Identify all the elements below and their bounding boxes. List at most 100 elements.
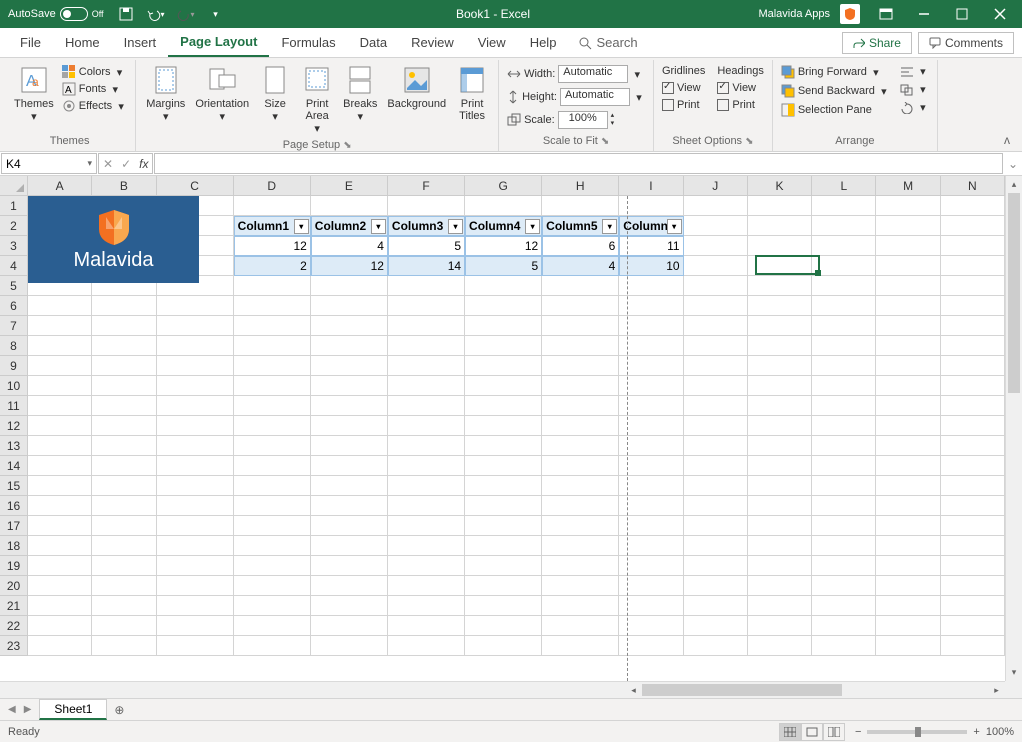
cell[interactable] — [388, 356, 465, 376]
cell[interactable] — [28, 636, 92, 656]
cell[interactable]: Column4▾ — [465, 216, 542, 236]
cell[interactable] — [311, 316, 388, 336]
row-header[interactable]: 5 — [0, 276, 28, 296]
cell[interactable] — [748, 516, 812, 536]
cell[interactable] — [812, 576, 876, 596]
cell[interactable] — [92, 456, 156, 476]
cell[interactable] — [941, 356, 1005, 376]
cell[interactable] — [684, 596, 748, 616]
cell[interactable] — [28, 616, 92, 636]
cell[interactable]: 12 — [465, 236, 542, 256]
cell[interactable] — [876, 276, 940, 296]
cell[interactable] — [157, 336, 234, 356]
cell[interactable] — [812, 516, 876, 536]
col-header[interactable]: D — [234, 176, 311, 196]
cell[interactable]: Column6▾ — [619, 216, 683, 236]
cell[interactable] — [388, 536, 465, 556]
print-area-button[interactable]: Print Area▾ — [297, 62, 337, 137]
vertical-scrollbar[interactable]: ▴▾ — [1005, 176, 1022, 681]
cell[interactable] — [812, 376, 876, 396]
group-button[interactable]: ▾ — [898, 82, 931, 97]
cell[interactable]: 12 — [311, 256, 388, 276]
cell[interactable] — [876, 436, 940, 456]
cell[interactable] — [812, 476, 876, 496]
cell[interactable] — [465, 536, 542, 556]
cell[interactable] — [684, 216, 748, 236]
cell[interactable] — [542, 476, 619, 496]
tab-page-layout[interactable]: Page Layout — [168, 28, 269, 57]
cell[interactable] — [465, 436, 542, 456]
cell[interactable] — [28, 456, 92, 476]
cell[interactable] — [234, 296, 311, 316]
tab-view[interactable]: View — [466, 28, 518, 57]
scale-launcher-icon[interactable]: ⬊ — [601, 136, 609, 147]
tab-insert[interactable]: Insert — [112, 28, 169, 57]
cell[interactable] — [388, 336, 465, 356]
cell[interactable] — [465, 276, 542, 296]
row-header[interactable]: 18 — [0, 536, 28, 556]
formula-input[interactable] — [154, 153, 1003, 174]
cell[interactable] — [876, 636, 940, 656]
row-header[interactable]: 14 — [0, 456, 28, 476]
cell[interactable] — [876, 216, 940, 236]
size-button[interactable]: Size▾ — [255, 62, 295, 125]
cell[interactable] — [92, 316, 156, 336]
cell[interactable] — [92, 556, 156, 576]
cell[interactable] — [157, 596, 234, 616]
collapse-ribbon-icon[interactable]: ʌ — [996, 129, 1018, 151]
expand-formula-bar-icon[interactable]: ⌄ — [1004, 152, 1022, 175]
cell[interactable] — [684, 516, 748, 536]
cell[interactable] — [388, 516, 465, 536]
cell[interactable] — [619, 336, 683, 356]
cell[interactable] — [941, 396, 1005, 416]
cell[interactable] — [311, 476, 388, 496]
cell[interactable] — [542, 396, 619, 416]
cell[interactable] — [542, 356, 619, 376]
cell[interactable] — [812, 556, 876, 576]
cell[interactable] — [157, 576, 234, 596]
cell[interactable] — [157, 556, 234, 576]
tab-review[interactable]: Review — [399, 28, 466, 57]
row-header[interactable]: 16 — [0, 496, 28, 516]
col-header[interactable]: C — [157, 176, 234, 196]
col-header[interactable]: H — [542, 176, 619, 196]
cell[interactable] — [619, 376, 683, 396]
cell[interactable] — [234, 376, 311, 396]
cell[interactable] — [311, 616, 388, 636]
cell[interactable] — [684, 556, 748, 576]
cell[interactable] — [542, 496, 619, 516]
cell[interactable] — [619, 556, 683, 576]
cell[interactable] — [941, 496, 1005, 516]
cell[interactable] — [465, 596, 542, 616]
cell[interactable] — [876, 316, 940, 336]
row-header[interactable]: 23 — [0, 636, 28, 656]
tab-home[interactable]: Home — [53, 28, 112, 57]
background-button[interactable]: Background — [383, 62, 450, 112]
tell-me-search[interactable]: Search — [568, 28, 647, 57]
cell[interactable] — [28, 356, 92, 376]
cell[interactable] — [92, 496, 156, 516]
cell[interactable] — [157, 296, 234, 316]
cell[interactable] — [157, 416, 234, 436]
cell[interactable] — [92, 416, 156, 436]
cell[interactable] — [311, 376, 388, 396]
cell[interactable] — [748, 316, 812, 336]
zoom-slider[interactable] — [867, 730, 967, 734]
cell[interactable] — [748, 496, 812, 516]
cell[interactable] — [876, 196, 940, 216]
minimize-button[interactable] — [906, 0, 942, 28]
cell[interactable] — [748, 436, 812, 456]
cell[interactable] — [234, 196, 311, 216]
cell[interactable] — [876, 416, 940, 436]
cell[interactable] — [465, 556, 542, 576]
cell[interactable] — [619, 436, 683, 456]
cell[interactable] — [748, 196, 812, 216]
zoom-in-button[interactable]: + — [973, 726, 979, 738]
select-all-corner[interactable] — [0, 176, 28, 196]
row-header[interactable]: 19 — [0, 556, 28, 576]
row-header[interactable]: 3 — [0, 236, 28, 256]
cell[interactable] — [28, 396, 92, 416]
cell[interactable] — [542, 436, 619, 456]
cell[interactable] — [157, 396, 234, 416]
cell[interactable] — [748, 296, 812, 316]
